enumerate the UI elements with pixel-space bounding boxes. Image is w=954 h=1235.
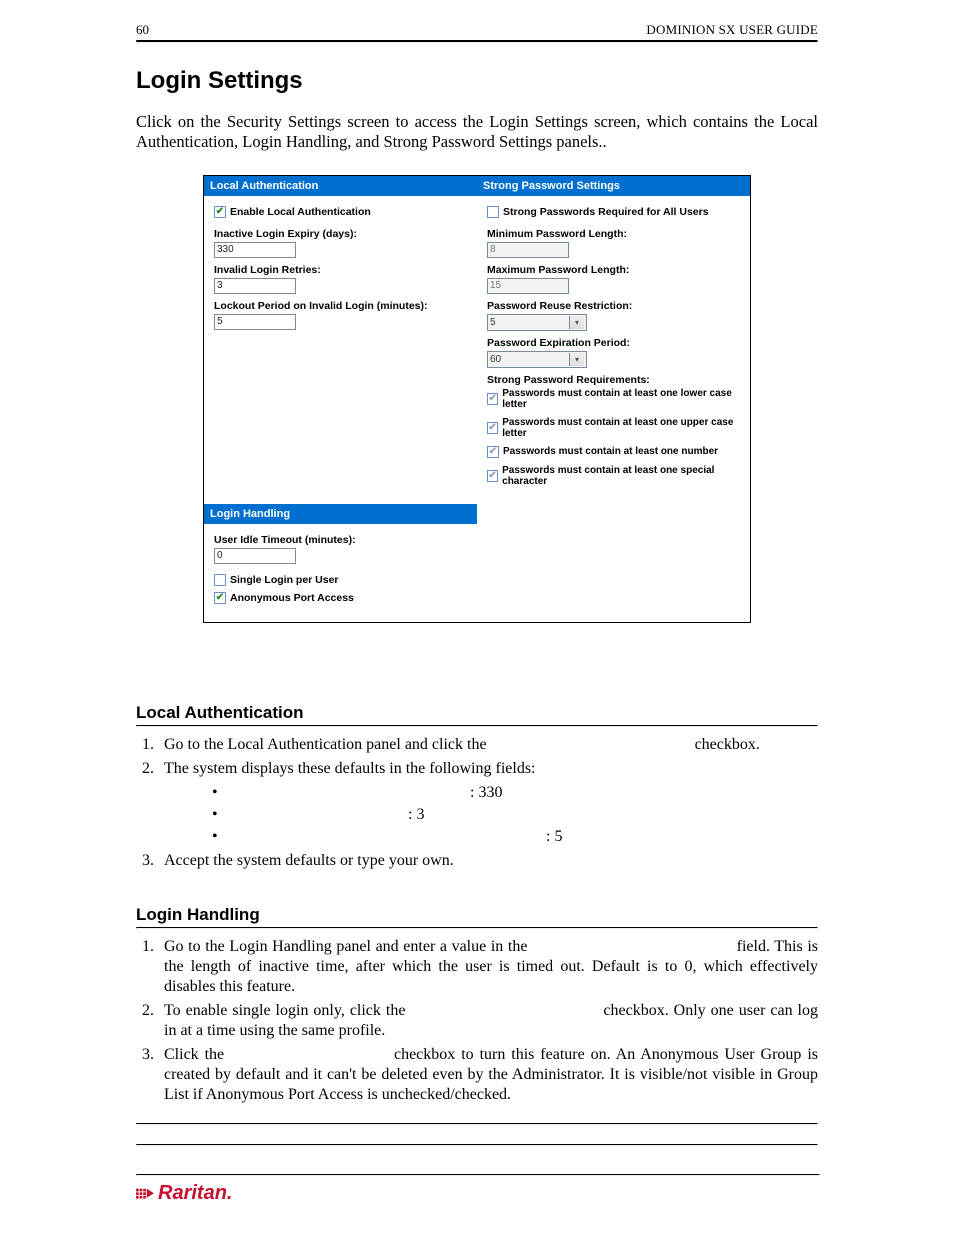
label-req-upper: Passwords must contain at least one uppe… [502, 417, 740, 439]
settings-screenshot: Local Authentication Enable Local Authen… [203, 175, 751, 623]
checkbox-anon-port[interactable] [214, 592, 226, 604]
label-invalid-retries: Invalid Login Retries: [214, 264, 467, 276]
h2-local-auth: Local Authentication [136, 703, 818, 723]
input-idle-timeout[interactable]: 0 [214, 548, 296, 564]
label-expiration: Password Expiration Period: [487, 337, 740, 349]
bullet-val: : 5 [546, 827, 562, 847]
checkbox-req-lower[interactable] [487, 393, 498, 405]
label-strong-required: Strong Passwords Required for All Users [503, 206, 709, 218]
li-text: checkbox to turn this feature on. An Ano… [164, 1046, 818, 1103]
note-rule-bottom [136, 1144, 818, 1146]
list-item: Accept the system defaults or type your … [158, 851, 818, 871]
chevron-down-icon: ▾ [569, 316, 584, 329]
panel-header-local-auth: Local Authentication [204, 176, 477, 196]
label-reuse: Password Reuse Restriction: [487, 300, 740, 312]
list-item: Click the checkbox to turn this feature … [158, 1045, 818, 1105]
label-strong-req-header: Strong Password Requirements: [487, 374, 740, 386]
label-lockout-period: Lockout Period on Invalid Login (minutes… [214, 300, 467, 312]
checkbox-req-number[interactable] [487, 446, 499, 458]
bullet-val: : 330 [470, 783, 502, 803]
chevron-down-icon: ▾ [569, 353, 584, 366]
label-req-special: Passwords must contain at least one spec… [502, 465, 740, 487]
label-anon-port: Anonymous Port Access [230, 592, 354, 604]
li-text: The system displays these defaults in th… [164, 760, 536, 777]
bullet-val: : 3 [408, 805, 424, 825]
page-number: 60 [136, 22, 149, 38]
list-item: Go to the Login Handling panel and enter… [158, 937, 818, 997]
brand-logo: Raritan. [136, 1182, 820, 1205]
login-handling-steps: Go to the Login Handling panel and enter… [136, 937, 818, 1105]
section-rule [136, 725, 818, 727]
select-expiration-value: 60 [490, 354, 501, 365]
guide-title: DOMINION SX USER GUIDE [646, 22, 818, 38]
list-item: Go to the Local Authentication panel and… [158, 735, 818, 755]
header-rule [136, 40, 818, 43]
li-text: Go to the Local Authentication panel and… [164, 736, 491, 753]
checkbox-strong-required[interactable] [487, 206, 499, 218]
label-enable-local-auth: Enable Local Authentication [230, 206, 371, 218]
checkbox-enable-local-auth[interactable] [214, 206, 226, 218]
checkbox-single-login[interactable] [214, 574, 226, 586]
li-text: checkbox. [691, 736, 760, 753]
input-lockout-period[interactable]: 5 [214, 314, 296, 330]
section-rule [136, 927, 818, 929]
brand-text: Raritan. [158, 1182, 232, 1205]
checkbox-req-upper[interactable] [487, 422, 498, 434]
label-req-number: Passwords must contain at least one numb… [503, 446, 718, 457]
li-text: Go to the Login Handling panel and enter… [164, 938, 532, 955]
raritan-icon [136, 1186, 154, 1202]
select-reuse[interactable]: 5 ▾ [487, 314, 587, 331]
list-item: To enable single login only, click the c… [158, 1001, 818, 1041]
label-max-length: Maximum Password Length: [487, 264, 740, 276]
list-item: The system displays these defaults in th… [158, 759, 818, 847]
panel-header-login-handling: Login Handling [204, 504, 477, 524]
input-min-length[interactable]: 8 [487, 242, 569, 258]
select-expiration[interactable]: 60 ▾ [487, 351, 587, 368]
li-text: Click the [164, 1046, 230, 1063]
local-auth-steps: Go to the Local Authentication panel and… [136, 735, 818, 871]
label-req-lower: Passwords must contain at least one lowe… [502, 388, 740, 410]
input-invalid-retries[interactable]: 3 [214, 278, 296, 294]
label-min-length: Minimum Password Length: [487, 228, 740, 240]
li-text: To enable single login only, click the [164, 1002, 410, 1019]
label-idle-timeout: User Idle Timeout (minutes): [214, 534, 467, 546]
panel-header-strong-password: Strong Password Settings [477, 176, 750, 196]
checkbox-req-special[interactable] [487, 470, 498, 482]
h1-login-settings: Login Settings [136, 67, 818, 95]
input-max-length[interactable]: 15 [487, 278, 569, 294]
li-text: Accept the system defaults or type your … [164, 852, 454, 869]
intro-text: Click on the Security Settings screen to… [136, 112, 818, 153]
footer-rule [136, 1174, 820, 1176]
h2-login-handling: Login Handling [136, 905, 818, 925]
select-reuse-value: 5 [490, 317, 496, 328]
label-single-login: Single Login per User [230, 574, 339, 586]
input-inactive-expiry[interactable]: 330 [214, 242, 296, 258]
label-inactive-expiry: Inactive Login Expiry (days): [214, 228, 467, 240]
